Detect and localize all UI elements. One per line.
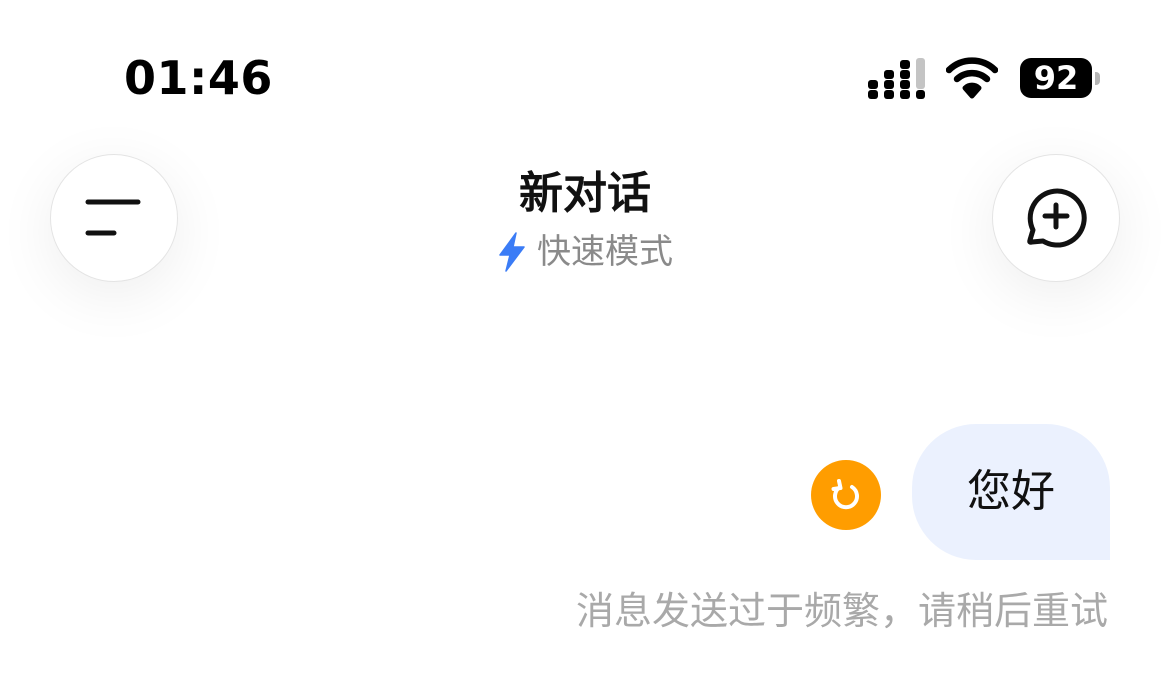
status-time: 01:46 [124,51,273,105]
status-indicators: 92 [868,56,1100,100]
wifi-icon [946,57,998,99]
battery-icon: 92 [1020,58,1100,98]
error-message: 消息发送过于频繁，请稍后重试 [575,589,1108,633]
user-message-text: 您好 [967,466,1055,517]
mode-label: 快速模式 [537,232,673,272]
battery-level: 92 [1033,59,1079,97]
lightning-bolt-icon [499,232,525,272]
signal-icon [868,58,925,99]
new-chat-icon [1027,188,1087,248]
battery-cap [1095,72,1100,85]
new-chat-button[interactable] [992,154,1120,282]
user-message-bubble[interactable]: 您好 [912,424,1110,560]
retry-arrow-icon [831,479,859,510]
retry-icon[interactable] [811,460,881,530]
